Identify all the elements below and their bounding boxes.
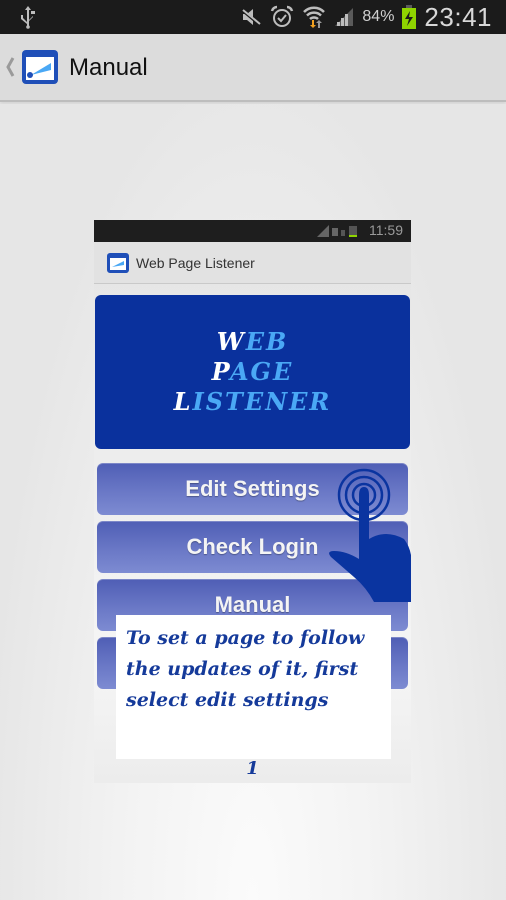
embedded-status-bar: 11:59 bbox=[94, 220, 411, 242]
battery-percent: 84% bbox=[362, 8, 395, 25]
signal-icon bbox=[335, 8, 354, 26]
status-bar: 84% 23:41 bbox=[0, 0, 506, 34]
action-bar: Manual bbox=[0, 34, 506, 102]
embedded-action-bar: Web Page Listener bbox=[94, 242, 411, 284]
embedded-app-icon bbox=[107, 253, 129, 273]
banner-line: WEB bbox=[216, 327, 289, 356]
web-page-listener-icon[interactable] bbox=[21, 49, 59, 85]
chevron-left-icon[interactable] bbox=[5, 56, 15, 78]
tap-hand-icon bbox=[329, 468, 411, 602]
mute-icon bbox=[241, 8, 262, 27]
banner-line: PAGE bbox=[211, 357, 294, 386]
clock: 23:41 bbox=[424, 1, 492, 32]
wifi-icon bbox=[303, 6, 326, 28]
embedded-status-icons bbox=[317, 225, 357, 237]
alarm-icon bbox=[271, 5, 294, 27]
status-icons: 84% 23:41 bbox=[240, 0, 492, 34]
manual-screenshot: 11:59 Web Page Listener WEB PAGE LISTENE… bbox=[94, 220, 411, 783]
usb-icon bbox=[21, 6, 35, 29]
page-title: Manual bbox=[69, 54, 148, 81]
embedded-app-title: Web Page Listener bbox=[136, 255, 255, 271]
embedded-clock: 11:59 bbox=[369, 222, 403, 238]
banner-line: LISTENER bbox=[173, 387, 332, 416]
battery-charging-icon bbox=[402, 5, 417, 29]
app-logo-banner: WEB PAGE LISTENER bbox=[95, 295, 410, 449]
page-number: 1 bbox=[246, 758, 259, 779]
instruction-text: To set a page to follow the updates of i… bbox=[126, 627, 365, 711]
instruction-note: To set a page to follow the updates of i… bbox=[116, 615, 391, 759]
